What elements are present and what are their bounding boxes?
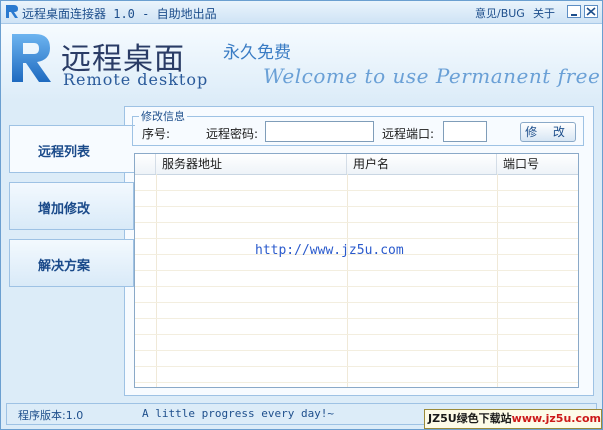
grid-row-line [135,286,578,287]
grid-row-line [135,270,578,271]
nav-item-label: 增加修改 [38,202,91,217]
title-bar[interactable]: 远程桌面连接器 1.0 - 自助地出品 意见/BUG 关于 [1,1,602,24]
app-window: 远程桌面连接器 1.0 - 自助地出品 意见/BUG 关于 远程桌面 Remot… [0,0,603,430]
nav-item-label: 解决方案 [38,259,91,274]
free-slogan-cn: 永久免费 [223,43,291,63]
port-input[interactable] [443,121,487,142]
feedback-link[interactable]: 意见/BUG [475,5,525,21]
logo-title-en: Remote desktop [63,70,209,89]
minimize-icon [571,14,577,16]
table-header: 服务器地址 用户名 端口号 [135,154,578,175]
site-badge[interactable]: JZ5U绿色下载站www.jz5u.com [424,409,602,429]
version-text: 程序版本:1.0 [18,409,84,422]
grid-row-line [135,350,578,351]
nav-item-solutions[interactable]: 解决方案 [9,239,134,287]
nav-item-label: 远程列表 [38,145,91,160]
nav-item-remote-list[interactable]: 远程列表 [9,125,135,173]
grid-row-line [135,318,578,319]
edit-form-legend: 修改信息 [139,108,187,124]
site-badge-url: www.jz5u.com [511,412,601,425]
minimize-button[interactable] [567,5,581,18]
close-button[interactable] [584,5,598,18]
grid-row-line [135,238,578,239]
password-label: 远程密码: [206,127,259,141]
about-link[interactable]: 关于 [533,5,555,21]
edit-button[interactable]: 修 改 [520,122,576,142]
close-icon [586,7,596,16]
app-logo-icon [6,5,18,18]
column-header-select[interactable] [135,154,156,174]
column-header-port[interactable]: 端口号 [497,154,578,174]
grid-row-line [135,334,578,335]
watermark-url: http://www.jz5u.com [255,243,404,258]
nav-item-add-edit[interactable]: 增加修改 [9,182,134,230]
column-header-username[interactable]: 用户名 [347,154,497,174]
grid-row-line [135,382,578,383]
banner: 远程桌面 Remote desktop 永久免费 Welcome to use … [1,24,602,102]
grid-row-line [135,302,578,303]
window-title: 远程桌面连接器 1.0 - 自助地出品 [22,7,217,21]
password-input[interactable] [265,121,374,142]
grid-row-line [135,206,578,207]
site-badge-name: JZ5U绿色下载站 [428,412,512,425]
server-table[interactable]: 服务器地址 用户名 端口号 [134,153,579,388]
grid-row-line [135,190,578,191]
remote-logo-icon [12,34,51,82]
seq-label: 序号: [142,127,171,141]
status-slogan: A little progress every day!~ [142,407,335,420]
port-label: 远程端口: [382,127,435,141]
grid-row-line [135,222,578,223]
grid-row-line [135,366,578,367]
column-header-server-address[interactable]: 服务器地址 [156,154,347,174]
welcome-slogan: Welcome to use Permanent free [263,64,601,88]
